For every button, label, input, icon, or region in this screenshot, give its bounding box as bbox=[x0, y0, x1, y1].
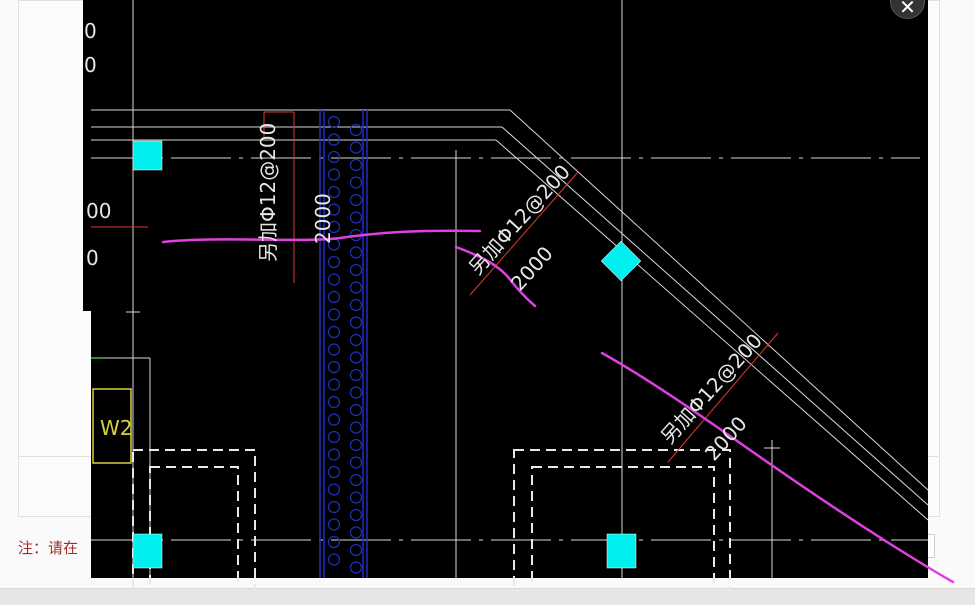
rebar-circle bbox=[327, 273, 341, 286]
rebar-circle bbox=[327, 378, 341, 391]
rebar-circle bbox=[349, 421, 363, 434]
rebar-circle bbox=[327, 413, 341, 426]
rebar-circle bbox=[327, 500, 341, 514]
rebar-circle bbox=[327, 395, 341, 409]
rebar-circle bbox=[349, 176, 363, 189]
rebar-circle bbox=[349, 298, 363, 312]
wall-tag: W2 bbox=[100, 416, 133, 440]
rebar-circle bbox=[327, 150, 341, 164]
rebar-circle bbox=[327, 360, 341, 374]
rebar-circle bbox=[349, 438, 363, 452]
length-label: 2000 bbox=[506, 241, 558, 295]
rebar-circle bbox=[349, 141, 363, 154]
rebar-circle bbox=[327, 535, 341, 549]
length-label: 2000 bbox=[311, 193, 335, 244]
close-button[interactable]: ✕ bbox=[890, 0, 925, 19]
rebar-circle bbox=[349, 526, 363, 539]
rebar-circle bbox=[327, 308, 341, 321]
column-marker bbox=[606, 533, 637, 569]
rebar-circle bbox=[349, 193, 363, 207]
rebar-circle bbox=[327, 290, 341, 304]
rebar-circle bbox=[327, 325, 341, 339]
rebar-circle bbox=[327, 343, 341, 356]
column-marker bbox=[132, 533, 163, 569]
pile-cap-outline bbox=[132, 449, 256, 591]
dim-label: 另加Φ12@200 bbox=[464, 160, 575, 280]
rebar-circle bbox=[327, 483, 341, 496]
rebar-circle bbox=[349, 263, 363, 277]
left-number: 0 bbox=[86, 246, 99, 270]
dim-label: 另加Φ12@200 bbox=[656, 329, 767, 449]
rebar-circle bbox=[349, 561, 363, 574]
cad-drawing: 另加Φ12@200 2000 另加Φ12@200 2000 另加Φ12@200 … bbox=[84, 0, 955, 591]
left-number: 00 bbox=[86, 199, 111, 223]
rebar-circle bbox=[349, 491, 363, 504]
rebar-circle bbox=[349, 281, 363, 294]
rebar-circle bbox=[349, 368, 363, 382]
rebar-circle bbox=[327, 448, 341, 461]
rebar-circle bbox=[349, 158, 363, 172]
rebar-circle bbox=[327, 430, 341, 444]
top-number: 0 bbox=[84, 53, 97, 77]
close-icon: ✕ bbox=[899, 0, 916, 19]
rebar-circle bbox=[349, 403, 363, 417]
rebar-circle bbox=[349, 211, 363, 224]
wall-diagonal bbox=[495, 139, 929, 521]
rebar-circle bbox=[349, 123, 363, 137]
rebar-circle bbox=[327, 518, 341, 531]
rebar-circle bbox=[349, 386, 363, 399]
column-marker bbox=[600, 240, 642, 282]
rebar-circle bbox=[349, 246, 363, 259]
rebar-circle bbox=[349, 351, 363, 364]
rebar-circle bbox=[349, 333, 363, 347]
rebar-circle bbox=[327, 255, 341, 269]
top-number: 0 bbox=[84, 19, 97, 43]
rebar-circle bbox=[327, 168, 341, 181]
dim-label: 另加Φ12@200 bbox=[256, 123, 280, 262]
rebar-circle bbox=[327, 465, 341, 479]
rebar-circle bbox=[349, 473, 363, 487]
rebar-circle bbox=[349, 543, 363, 557]
rebar-circle bbox=[349, 456, 363, 469]
rebar-circle bbox=[327, 115, 341, 129]
rebar-circle bbox=[349, 316, 363, 329]
rebar-circle bbox=[327, 553, 341, 566]
column-marker bbox=[132, 140, 163, 171]
rebar-circle bbox=[349, 508, 363, 522]
